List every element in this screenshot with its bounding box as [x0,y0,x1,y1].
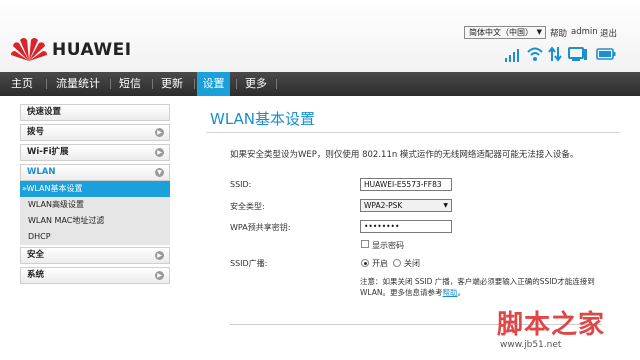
title-divider [206,132,620,133]
watermark-logo: 脚本之家 [497,310,606,340]
brand-name: HUAWEI [52,40,132,60]
broadcast-note: 注意：如果关闭 SSID 广播，客户端必须要输入正确的SSID才能连接到WLAN… [360,276,610,298]
chevron-down-icon: ▼ [155,168,164,177]
ssid-broadcast-label: SSID广播: [230,259,268,268]
nav-item-settings[interactable]: 设置 [197,72,230,96]
show-password-checkbox[interactable] [361,240,369,248]
data-transfer-icon [548,46,562,62]
user-name: admin [571,27,598,37]
sidebar-item-dial[interactable]: 拨号 ▶ [20,124,170,141]
broadcast-note-text: 注意：如果关闭 SSID 广播，客户端必须要输入正确的SSID才能连接到WLAN… [360,277,595,297]
watermark-url: www.jb51.net [500,340,562,350]
chevron-right-icon: ▶ [155,271,164,280]
broadcast-on-label: 开启 [372,259,388,268]
chevron-down-icon: ▼ [443,202,448,209]
ssid-input[interactable]: HUAWEI-E5573-FF83 [360,178,452,191]
wep-notice: 如果安全类型设为WEP，则仅使用 802.11n 模式运作的无线网络适配器可能无… [230,150,579,160]
broadcast-note-end: 。 [457,288,466,297]
nav-divider [194,79,195,89]
ssid-label: SSID: [230,180,252,189]
nav-divider [110,79,111,89]
security-type-label: 安全类型: [230,202,265,211]
security-type-value: WPA2-PSK [364,201,403,210]
language-value: 简体中文（中国） [469,28,533,37]
chevron-right-icon: ▶ [155,128,164,137]
battery-icon [596,48,616,60]
nav-divider [236,79,237,89]
sidebar-item-wifi-extender[interactable]: Wi-Fi扩展 ▶ [20,144,170,161]
help-link[interactable]: 帮助 [550,27,567,39]
nav-divider [46,79,47,89]
sidebar-item-label: 安全 [27,250,45,260]
sidebar-subitem-label: WLAN基本设置 [26,184,83,193]
logout-link[interactable]: 退出 [600,27,617,39]
sidebar-item-security[interactable]: 安全 ▶ [20,247,170,264]
sidebar-item-label: Wi-Fi扩展 [27,147,69,157]
sidebar-item-label: 快速设置 [27,107,62,117]
huawei-logo-icon [11,38,47,61]
broadcast-on-radio[interactable] [361,259,369,267]
nav-item-home[interactable]: 主页 [6,72,38,96]
broadcast-off-label: 关闭 [404,259,420,268]
page-title: WLAN基本设置 [210,110,316,128]
language-select[interactable]: 简体中文（中国） ▼ [464,26,546,39]
sidebar-item-label: 系统 [27,270,45,280]
sidebar-subitem-wlan-advanced[interactable]: WLAN高级设置 [20,197,170,213]
sidebar-item-wlan[interactable]: WLAN ▼ [20,164,170,181]
nav-divider [276,79,277,89]
chevron-down-icon: ▼ [536,28,542,36]
psk-input[interactable]: •••••••• [360,220,452,233]
broadcast-off-radio[interactable] [393,259,401,267]
wifi-icon [527,47,543,61]
chevron-right-icon: ▶ [155,148,164,157]
sidebar-item-label: WLAN [27,167,56,177]
show-password-label: 显示密码 [372,241,404,250]
top-header: HUAWEI 简体中文（中国） ▼ 帮助 admin 退出 [0,0,640,72]
sidebar-item-quick-setup[interactable]: 快速设置 [20,104,170,121]
sidebar-subitem-wlan-mac-filter[interactable]: WLAN MAC地址过滤 [20,213,170,229]
nav-item-update[interactable]: 更新 [156,72,188,96]
sidebar-subitem-wlan-basic[interactable]: »WLAN基本设置 [20,181,170,197]
computer-icon [568,47,587,61]
sidebar-item-label: 拨号 [27,127,45,137]
nav-item-traffic[interactable]: 流量统计 [50,72,106,96]
security-type-select[interactable]: WPA2-PSK ▼ [360,199,452,212]
main-nav: 主页 流量统计 短信 更新 设置 更多 [0,72,640,96]
sidebar-item-system[interactable]: 系统 ▶ [20,267,170,284]
nav-item-sms[interactable]: 短信 [114,72,146,96]
signal-strength-icon [505,46,521,62]
help-link[interactable]: 帮助 [443,288,458,297]
nav-item-more[interactable]: 更多 [240,72,272,96]
psk-label: WPA预共享密钥: [230,223,291,232]
chevron-right-icon: ▶ [155,251,164,260]
nav-divider [152,79,153,89]
sidebar-subitem-dhcp[interactable]: DHCP [20,229,170,245]
